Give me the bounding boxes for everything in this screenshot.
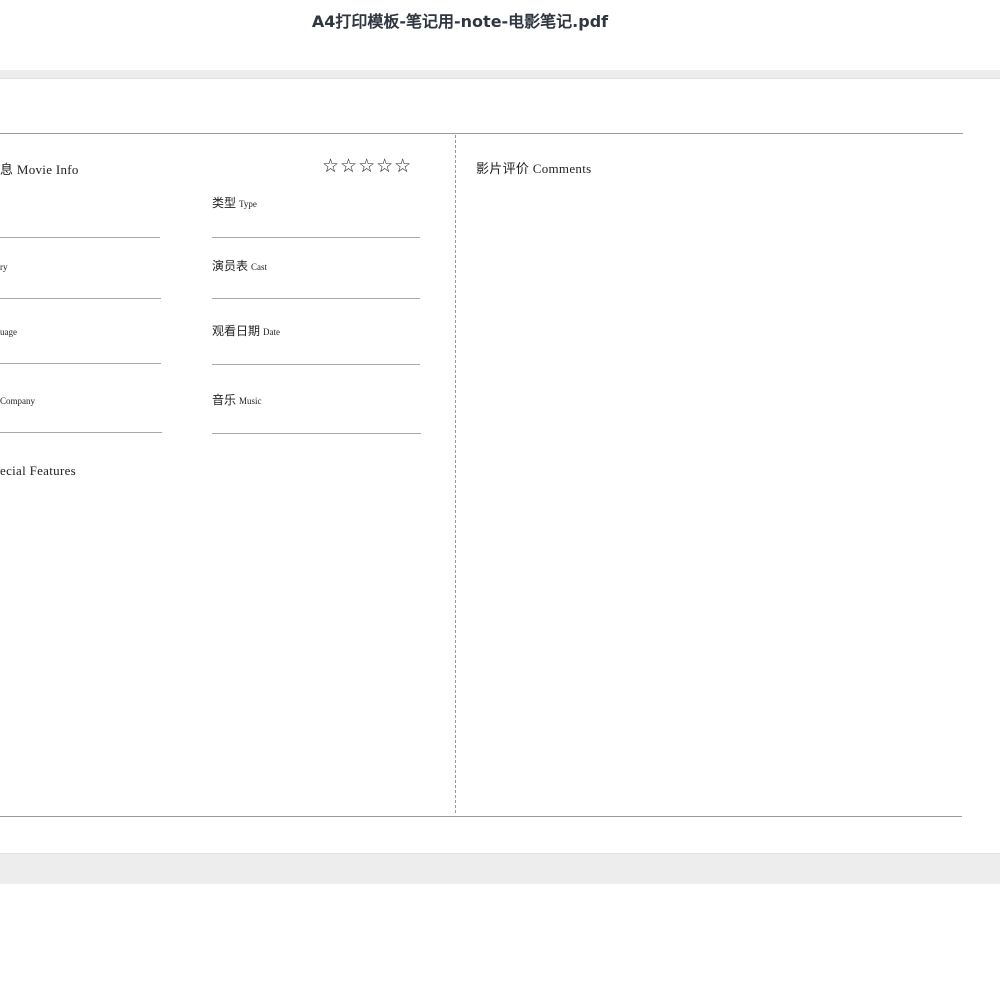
- field-label-left-4-en: Company: [0, 396, 35, 406]
- field-line-music: [212, 433, 421, 434]
- title-bar: A4打印模板-笔记用-note-电影笔记.pdf: [0, 0, 1000, 70]
- field-line-left-3: [0, 363, 161, 364]
- field-line-cast: [212, 298, 420, 299]
- field-label-date-cn: 观看日期: [212, 324, 261, 338]
- field-line-left-1: [0, 237, 160, 238]
- field-line-left-4: [0, 432, 162, 433]
- field-label-type-en: Type: [239, 199, 257, 209]
- rating-stars: ☆☆☆☆☆: [322, 155, 413, 177]
- bottom-rule: [0, 816, 962, 817]
- field-label-type: 类型 Type: [212, 194, 257, 211]
- pdf-page: 息 Movie Info ☆☆☆☆☆ 影片评价 Comments 类型 Type…: [0, 78, 1000, 854]
- field-label-cast-cn: 演员表: [212, 259, 249, 273]
- special-features-title: ecial Features: [0, 463, 77, 478]
- movie-info-title: 息 Movie Info: [0, 162, 79, 177]
- field-line-left-2: [0, 298, 161, 299]
- field-label-cast: 演员表 Cast: [212, 257, 267, 274]
- field-label-left-2: ry: [0, 259, 8, 274]
- field-label-music-cn: 音乐: [212, 393, 237, 407]
- field-label-cast-en: Cast: [251, 262, 268, 272]
- field-label-music-en: Music: [239, 396, 262, 406]
- comments-title: 影片评价 Comments: [476, 161, 592, 176]
- field-line-type: [212, 237, 420, 238]
- field-label-music: 音乐 Music: [212, 391, 262, 408]
- field-label-left-4: Company: [0, 393, 35, 408]
- field-label-date: 观看日期 Date: [212, 322, 280, 339]
- field-label-date-en: Date: [263, 327, 281, 337]
- field-line-date: [212, 364, 420, 365]
- field-label-left-3: uage: [0, 324, 17, 339]
- column-divider: [455, 135, 456, 813]
- document-title: A4打印模板-笔记用-note-电影笔记.pdf: [311, 12, 609, 31]
- field-label-left-2-en: ry: [0, 262, 8, 272]
- field-label-type-cn: 类型: [212, 196, 237, 210]
- field-label-left-3-en: uage: [0, 327, 17, 337]
- top-rule: [0, 133, 963, 134]
